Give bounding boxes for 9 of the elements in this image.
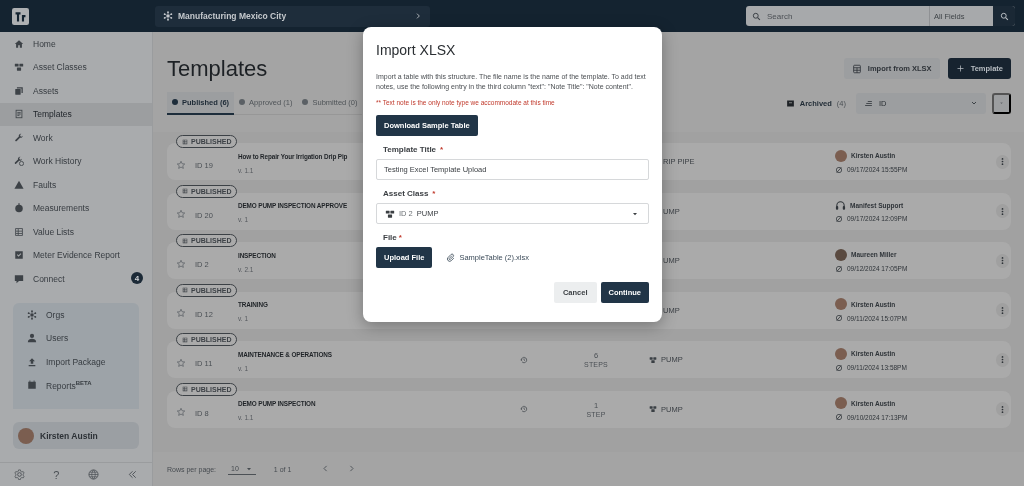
required-mark: *: [440, 145, 444, 154]
dialog-title: Import XLSX: [376, 42, 457, 58]
required-mark: *: [398, 233, 402, 242]
count-badge: 4: [131, 272, 143, 284]
field-label: File: [383, 233, 397, 242]
field-label: Asset Class: [383, 189, 429, 198]
field-label: Template Title: [383, 145, 437, 154]
page-title: Templates: [167, 55, 268, 82]
required-mark: *: [432, 189, 436, 198]
